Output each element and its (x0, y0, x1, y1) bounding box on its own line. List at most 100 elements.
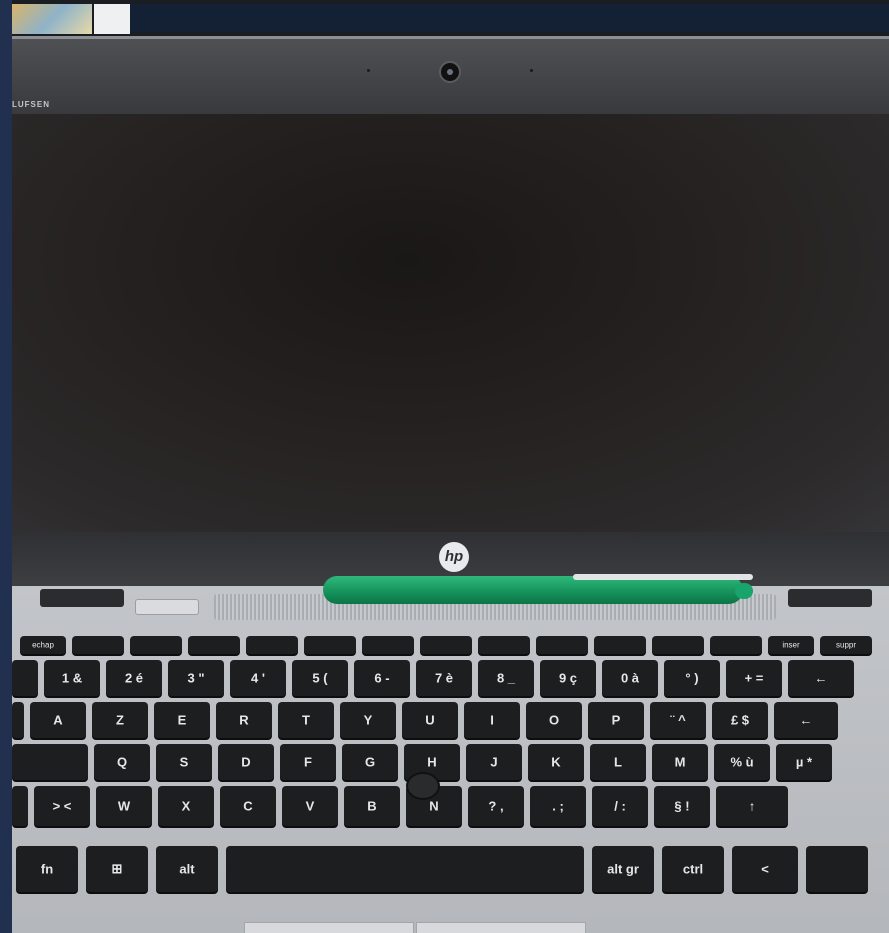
keyboard-key[interactable]: ↑ (716, 786, 788, 826)
keyboard-key[interactable]: ° ) (664, 660, 720, 696)
keyboard-key[interactable]: ? , (468, 786, 524, 826)
left-click-button[interactable] (244, 922, 414, 933)
laptop-screen (12, 114, 889, 532)
keyboard-key[interactable]: 6 - (354, 660, 410, 696)
keyboard-key[interactable]: F (280, 744, 336, 780)
left-hinge (40, 589, 124, 607)
keyboard-key[interactable]: 3 " (168, 660, 224, 696)
keyboard-key[interactable]: > < (34, 786, 90, 826)
keyboard-key[interactable] (72, 636, 124, 654)
keyboard-key[interactable] (226, 846, 584, 892)
keyboard-key[interactable]: O (526, 702, 582, 738)
keyboard-key[interactable]: E (154, 702, 210, 738)
right-click-button[interactable] (416, 922, 586, 933)
keyboard-key[interactable]: L (590, 744, 646, 780)
keyboard-key[interactable] (710, 636, 762, 654)
key-label: 9 ç (558, 670, 578, 686)
keyboard-key[interactable]: Z (92, 702, 148, 738)
key-label: suppr (835, 640, 857, 650)
keyboard-key[interactable] (478, 636, 530, 654)
key-label: echap (32, 640, 54, 650)
key-label: D (241, 754, 251, 770)
keyboard-key[interactable] (594, 636, 646, 654)
keyboard-key[interactable]: % ù (714, 744, 770, 780)
keyboard-key[interactable]: 7 è (416, 660, 472, 696)
keyboard-key[interactable] (362, 636, 414, 654)
keyboard-key[interactable] (420, 636, 472, 654)
keyboard-key[interactable] (536, 636, 588, 654)
keyboard-key[interactable]: M (652, 744, 708, 780)
power-button[interactable] (135, 599, 199, 615)
keyboard-key[interactable]: 8 _ (478, 660, 534, 696)
keyboard-key[interactable]: S (156, 744, 212, 780)
keyboard-key[interactable] (12, 702, 24, 738)
keyboard-key[interactable]: Q (94, 744, 150, 780)
key-label: < (761, 861, 769, 877)
keyboard: echap inser suppr 1 & 2 é 3 " 4 ' 5 (6 - 7 è 8 _ 9… (12, 632, 889, 902)
keyboard-key[interactable] (12, 660, 38, 696)
keyboard-key[interactable]: Y (340, 702, 396, 738)
keyboard-key[interactable]: ← (774, 702, 838, 738)
keyboard-key[interactable] (246, 636, 298, 654)
keyboard-key[interactable]: £ $ (712, 702, 768, 738)
keyboard-key[interactable]: K (528, 744, 584, 780)
keyboard-key[interactable] (652, 636, 704, 654)
keyboard-key[interactable]: U (402, 702, 458, 738)
keyboard-key[interactable]: / : (592, 786, 648, 826)
keyboard-key[interactable]: X (158, 786, 214, 826)
keyboard-key[interactable]: ⊞ (86, 846, 148, 892)
key-label: 2 é (124, 670, 144, 686)
keyboard-key[interactable]: alt (156, 846, 218, 892)
keyboard-key[interactable]: P (588, 702, 644, 738)
keyboard-key[interactable] (12, 744, 88, 780)
keyboard-key[interactable]: 0 à (602, 660, 658, 696)
keyboard-key[interactable]: < (732, 846, 798, 892)
key-label: % ù (730, 754, 754, 770)
keyboard-key[interactable]: echap (20, 636, 66, 654)
keyboard-key[interactable]: inser (768, 636, 814, 654)
keyboard-key[interactable] (806, 846, 868, 892)
key-label: ⊞ (111, 861, 123, 876)
keyboard-key[interactable]: fn (16, 846, 78, 892)
keyboard-key[interactable]: 5 ( (292, 660, 348, 696)
keyboard-key[interactable]: I (464, 702, 520, 738)
keyboard-key[interactable] (12, 786, 28, 826)
keyboard-key[interactable]: W (96, 786, 152, 826)
keyboard-key[interactable]: § ! (654, 786, 710, 826)
keyboard-key[interactable]: B (344, 786, 400, 826)
keyboard-key[interactable]: alt gr (592, 846, 654, 892)
background-paper (94, 4, 130, 34)
keyboard-key[interactable]: 9 ç (540, 660, 596, 696)
keyboard-key[interactable]: 2 é (106, 660, 162, 696)
keyboard-key[interactable] (188, 636, 240, 654)
keyboard-key[interactable]: A (30, 702, 86, 738)
keyboard-key[interactable]: . ; (530, 786, 586, 826)
keyboard-key[interactable]: C (220, 786, 276, 826)
key-label: 0 à (620, 670, 640, 686)
keyboard-key[interactable]: H (404, 744, 460, 780)
keyboard-key[interactable]: ← (788, 660, 854, 696)
keyboard-key[interactable]: suppr (820, 636, 872, 654)
keyboard-key[interactable]: ctrl (662, 846, 724, 892)
keyboard-key[interactable]: 1 & (44, 660, 100, 696)
keyboard-key[interactable]: G (342, 744, 398, 780)
keyboard-key[interactable] (130, 636, 182, 654)
trackpoint[interactable] (408, 774, 438, 798)
keyboard-key[interactable]: ¨ ^ (650, 702, 706, 738)
keyboard-key[interactable]: J (466, 744, 522, 780)
keyboard-key[interactable]: 4 ' (230, 660, 286, 696)
keyboard-key[interactable]: D (218, 744, 274, 780)
keyboard-key[interactable]: + = (726, 660, 782, 696)
keyboard-key[interactable]: R (216, 702, 272, 738)
key-label: > < (52, 798, 72, 814)
keyboard-key[interactable]: µ * (776, 744, 832, 780)
laptop-photo: LUFSEN hp echap inser suppr 1 & 2 é3 " 4 ' 5 (… (12, 0, 889, 933)
key-label: I (490, 712, 494, 728)
microphone-dot (367, 69, 370, 72)
keyboard-key[interactable] (304, 636, 356, 654)
key-label: U (425, 712, 435, 728)
keyboard-key[interactable]: V (282, 786, 338, 826)
keyboard-key[interactable]: T (278, 702, 334, 738)
key-label: W (117, 798, 131, 814)
key-label: alt (179, 861, 195, 877)
